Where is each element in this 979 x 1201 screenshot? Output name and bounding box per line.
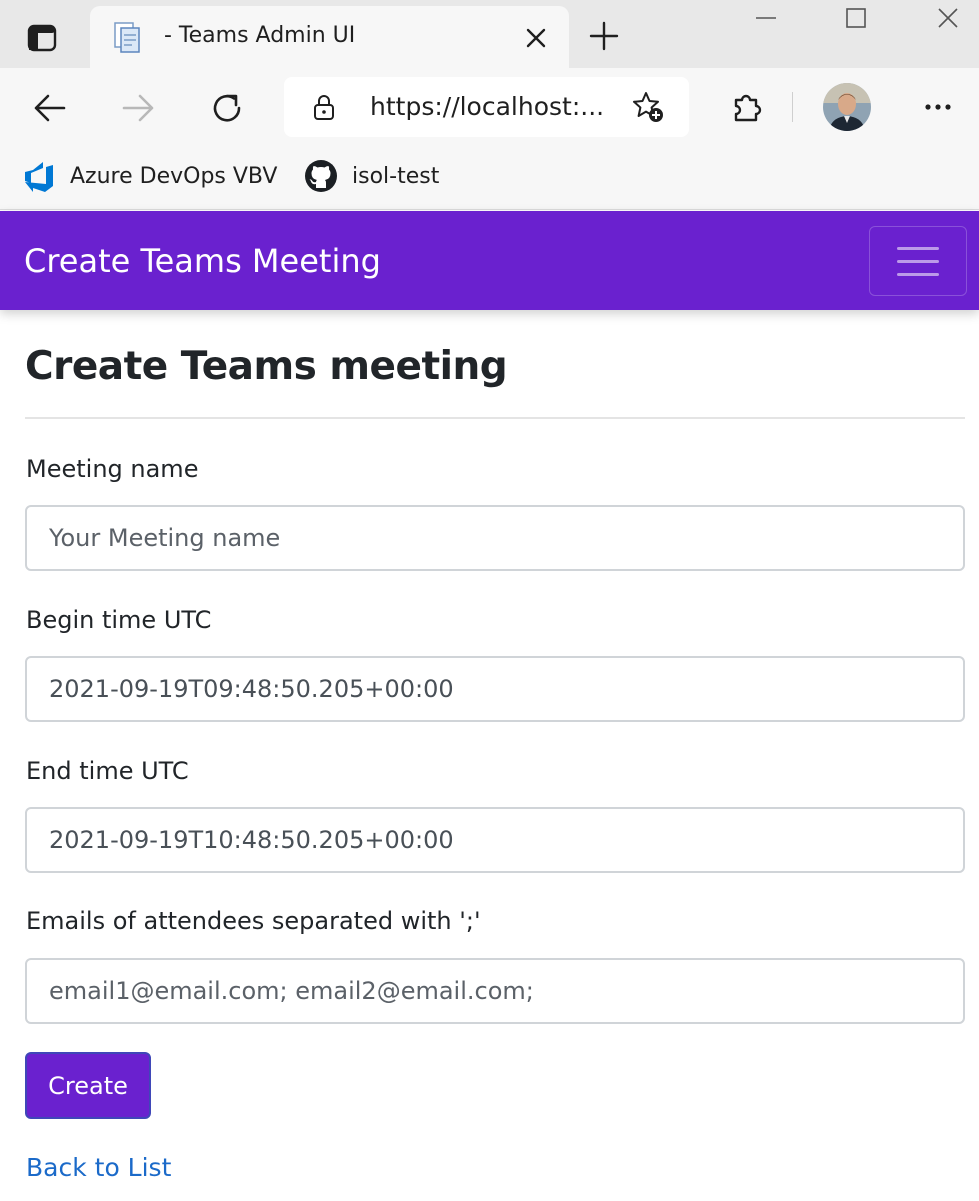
bookmark-isol-test[interactable]: isol-test xyxy=(304,156,439,196)
title-divider xyxy=(25,417,965,419)
begin-time-label: Begin time UTC xyxy=(26,606,212,634)
profile-avatar[interactable] xyxy=(823,83,871,131)
azure-devops-icon xyxy=(25,162,53,192)
browser-tab-strip: - Teams Admin UI xyxy=(0,0,979,68)
extensions-puzzle-icon[interactable] xyxy=(728,88,764,124)
close-tab-icon[interactable] xyxy=(522,24,550,52)
tab-title: - Teams Admin UI xyxy=(164,23,356,48)
add-favorite-star-icon[interactable] xyxy=(630,89,666,125)
minimize-window-icon[interactable] xyxy=(744,4,788,34)
reload-icon[interactable] xyxy=(207,88,247,128)
back-to-list-link[interactable]: Back to List xyxy=(26,1153,171,1182)
lock-icon[interactable] xyxy=(310,93,338,121)
new-tab-icon[interactable] xyxy=(586,18,622,54)
meeting-name-input[interactable] xyxy=(25,505,965,571)
forward-arrow-icon[interactable] xyxy=(118,88,158,128)
browser-tab[interactable]: - Teams Admin UI xyxy=(90,6,569,68)
begin-time-input[interactable] xyxy=(25,656,965,722)
app-navbar: Create Teams Meeting xyxy=(0,211,979,310)
tab-actions-button[interactable] xyxy=(22,20,62,56)
hamburger-menu-icon xyxy=(897,247,939,250)
hamburger-bar xyxy=(897,260,939,263)
attendee-emails-input[interactable] xyxy=(25,958,965,1024)
bookmark-label: isol-test xyxy=(352,163,440,189)
close-window-icon[interactable] xyxy=(926,4,970,34)
back-arrow-icon[interactable] xyxy=(30,88,70,128)
maximize-window-icon[interactable] xyxy=(834,4,878,34)
more-options-icon[interactable] xyxy=(918,90,958,124)
attendee-emails-label: Emails of attendees separated with ';' xyxy=(26,907,481,935)
tab-actions-icon xyxy=(27,24,57,52)
navbar-brand[interactable]: Create Teams Meeting xyxy=(24,242,381,280)
github-icon xyxy=(305,160,337,192)
end-time-input[interactable] xyxy=(25,807,965,873)
profile-avatar-icon xyxy=(823,83,871,131)
bookmarks-bar: Azure DevOps VBV isol-test xyxy=(0,146,979,210)
address-bar[interactable]: https://localhost:... xyxy=(284,77,689,137)
page-title: Create Teams meeting xyxy=(25,344,508,389)
navbar-toggle-button[interactable] xyxy=(869,226,967,296)
bookmark-label: Azure DevOps VBV xyxy=(70,163,278,189)
end-time-label: End time UTC xyxy=(26,757,189,785)
hamburger-bar xyxy=(897,273,939,276)
page-favicon-icon xyxy=(114,22,140,53)
url-text[interactable]: https://localhost:... xyxy=(370,92,610,121)
meeting-name-label: Meeting name xyxy=(26,455,199,483)
create-button[interactable]: Create xyxy=(25,1052,151,1119)
toolbar-divider xyxy=(792,92,793,122)
browser-toolbar: https://localhost:... xyxy=(0,68,979,146)
bookmark-azure-devops[interactable]: Azure DevOps VBV xyxy=(22,156,277,196)
